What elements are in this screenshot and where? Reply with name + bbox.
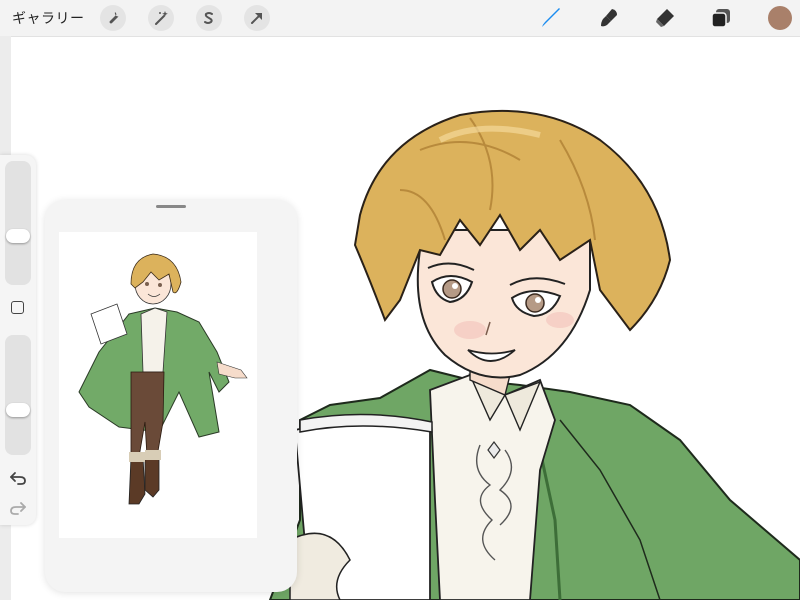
- adjustments-button[interactable]: [148, 5, 174, 31]
- actions-button[interactable]: [100, 5, 126, 31]
- undo-icon[interactable]: [9, 470, 27, 486]
- opacity-slider-knob[interactable]: [6, 403, 30, 418]
- top-toolbar: ギャラリー: [0, 0, 800, 37]
- smudge-button[interactable]: [596, 5, 622, 31]
- layers-icon: [711, 9, 730, 28]
- eraser-button[interactable]: [652, 5, 678, 31]
- color-picker-button[interactable]: [768, 6, 792, 30]
- modify-icon[interactable]: [11, 301, 24, 314]
- brush-icon: [542, 8, 560, 27]
- smudge-icon: [601, 9, 617, 27]
- selection-button[interactable]: [196, 5, 222, 31]
- brush-size-slider[interactable]: [5, 161, 31, 285]
- brush-button[interactable]: [538, 5, 564, 31]
- redo-icon[interactable]: [9, 500, 27, 516]
- eraser-icon: [656, 9, 674, 27]
- reference-panel[interactable]: [45, 200, 297, 592]
- opacity-slider[interactable]: [5, 335, 31, 455]
- transform-button[interactable]: [244, 5, 270, 31]
- layers-button[interactable]: [708, 5, 734, 31]
- wrench-icon: [109, 12, 119, 24]
- gallery-button[interactable]: ギャラリー: [12, 8, 85, 28]
- reference-artwork: [78, 253, 248, 505]
- arrow-cursor-icon: [251, 13, 262, 24]
- reference-panel-grab-handle[interactable]: [156, 205, 186, 208]
- selection-s-icon: [204, 12, 213, 24]
- brush-size-slider-knob[interactable]: [6, 228, 30, 243]
- reference-image: [59, 232, 257, 538]
- magic-wand-icon: [155, 11, 168, 25]
- sidebar: [0, 155, 36, 525]
